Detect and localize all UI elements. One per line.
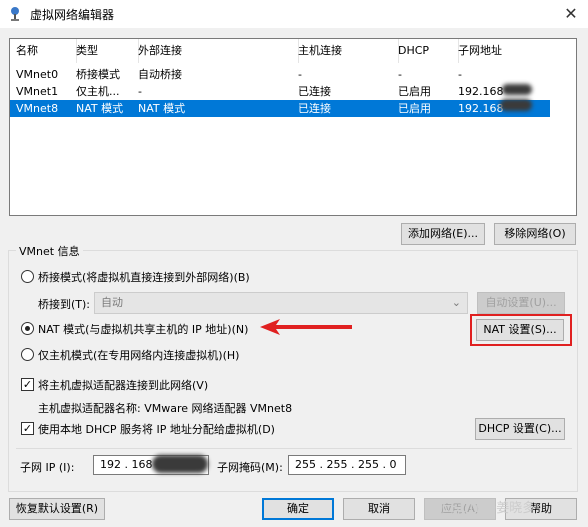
column-header-host[interactable]: 主机连接: [292, 39, 399, 63]
table-row[interactable]: VMnet1 仅主机... - 已连接 已启用 192.168: [10, 83, 550, 100]
subnet-mask-value: 255 . 255 . 255 . 0: [295, 458, 397, 471]
restore-defaults-button[interactable]: 恢复默认设置(R): [9, 498, 105, 520]
column-header-name[interactable]: 名称: [10, 39, 77, 63]
subnet-mask-input[interactable]: 255 . 255 . 255 . 0: [288, 455, 406, 475]
subnet-mask-label: 子网掩码(M):: [217, 461, 283, 474]
cell-host: 已连接: [298, 102, 331, 115]
connect-adapter-label[interactable]: 将主机虚拟适配器连接到此网络(V): [38, 377, 208, 393]
cell-name: VMnet0: [16, 68, 59, 81]
nat-label[interactable]: NAT 模式(与虚拟机共享主机的 IP 地址)(N): [38, 321, 248, 337]
subnet-ip-value: 192 . 168: [100, 458, 153, 471]
bridged-to-value: 自动: [101, 296, 123, 309]
redaction-mark: [500, 99, 532, 111]
cell-dhcp: 已启用: [398, 102, 431, 115]
table-row-selected[interactable]: VMnet8 NAT 模式 NAT 模式 已连接 已启用 192.168: [10, 100, 550, 117]
cell-host: -: [298, 68, 302, 81]
use-dhcp-label[interactable]: 使用本地 DHCP 服务将 IP 地址分配给虚拟机(D): [38, 421, 275, 437]
network-list[interactable]: 名称 类型 外部连接 主机连接 DHCP 子网地址 VMnet0 桥接模式 自动…: [9, 38, 577, 216]
cell-external: -: [138, 85, 142, 98]
hostonly-label[interactable]: 仅主机模式(在专用网络内连接虚拟机)(H): [38, 347, 239, 363]
annotation-arrow-icon: [260, 319, 352, 335]
app-icon: [11, 7, 19, 21]
column-header-dhcp[interactable]: DHCP: [392, 39, 459, 63]
use-dhcp-checkbox[interactable]: ✓: [21, 422, 34, 435]
column-header-external[interactable]: 外部连接: [132, 39, 299, 63]
connect-adapter-checkbox[interactable]: ✓: [21, 378, 34, 391]
bridged-label[interactable]: 桥接模式(将虚拟机直接连接到外部网络)(B): [38, 269, 250, 285]
dhcp-settings-button[interactable]: DHCP 设置(C)...: [475, 418, 565, 440]
redaction-mark: [502, 84, 532, 95]
redaction-mark: [152, 455, 208, 473]
cell-type: 仅主机...: [76, 85, 120, 98]
cell-type: NAT 模式: [76, 102, 124, 115]
cell-name: VMnet1: [16, 85, 59, 98]
nat-radio[interactable]: [21, 322, 34, 335]
bridged-to-select: 自动 ⌄: [94, 292, 468, 314]
adapter-name-label: 主机虚拟适配器名称: VMware 网络适配器 VMnet8: [38, 402, 293, 415]
cell-external: 自动桥接: [138, 68, 182, 81]
column-header-type[interactable]: 类型: [70, 39, 139, 63]
title-bar: 虚拟网络编辑器 ✕: [0, 0, 588, 28]
cell-external: NAT 模式: [138, 102, 186, 115]
column-header-subnet[interactable]: 子网地址: [452, 39, 556, 63]
bridged-to-label: 桥接到(T):: [38, 298, 91, 311]
cell-dhcp: 已启用: [398, 85, 431, 98]
remove-network-button[interactable]: 移除网络(O): [494, 223, 576, 245]
hostonly-radio[interactable]: [21, 348, 34, 361]
cell-host: 已连接: [298, 85, 331, 98]
cell-type: 桥接模式: [76, 68, 120, 81]
table-row[interactable]: VMnet0 桥接模式 自动桥接 - - -: [10, 66, 550, 83]
ok-button[interactable]: 确定: [262, 498, 334, 520]
cell-name: VMnet8: [16, 102, 59, 115]
cancel-button[interactable]: 取消: [343, 498, 415, 520]
divider: [16, 448, 572, 449]
subnet-ip-label: 子网 IP (I):: [20, 461, 75, 474]
chevron-down-icon: ⌄: [451, 296, 461, 309]
auto-settings-button: 自动设置(U)...: [477, 292, 565, 314]
vmnet-info-label: VMnet 信息: [16, 243, 83, 259]
bridged-radio[interactable]: [21, 270, 34, 283]
watermark: CSDN @姜晓多: [442, 501, 536, 516]
add-network-button[interactable]: 添加网络(E)...: [401, 223, 485, 245]
cell-dhcp: -: [398, 68, 402, 81]
nat-settings-button[interactable]: NAT 设置(S)...: [476, 319, 564, 341]
close-icon[interactable]: ✕: [554, 0, 588, 28]
window-title: 虚拟网络编辑器: [30, 8, 115, 22]
cell-subnet: -: [458, 68, 462, 81]
